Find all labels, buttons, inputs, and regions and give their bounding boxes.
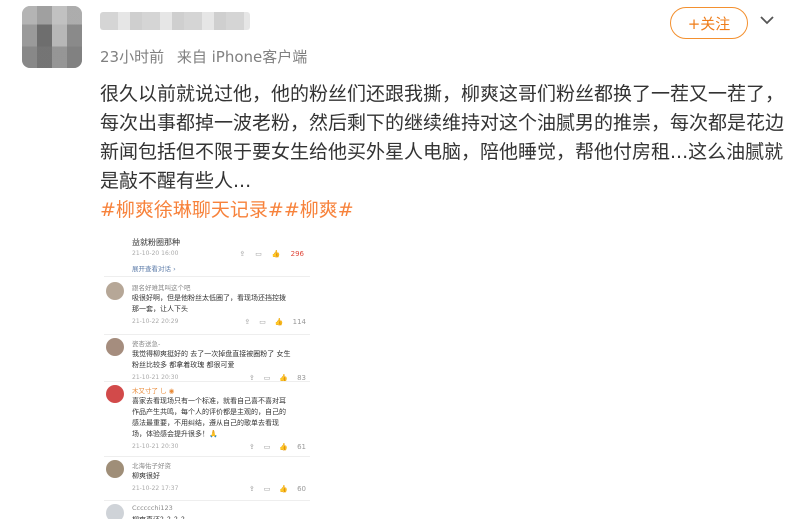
comment-time: 21-10-21 20:30 [132, 443, 179, 450]
chevron-down-icon[interactable] [757, 10, 777, 30]
divider [104, 500, 310, 501]
commenter-name: 北海佑子好资 [132, 462, 171, 470]
divider [104, 381, 310, 382]
author-avatar[interactable] [22, 6, 82, 68]
share-icon: ⇪ [248, 443, 255, 451]
thumbs-up-icon: 👍 [279, 485, 289, 493]
comment-icon: ▭ [255, 250, 262, 258]
post-meta: 23小时前 来自 iPhone客户端 [100, 46, 315, 67]
post-content: 很久以前就说过他，他的粉丝们还跟我撕，柳爽这哥们粉丝都换了一茬又一茬了， 每次出… [100, 80, 785, 225]
post-time: 23小时前 [100, 48, 165, 66]
commenter-name: 木又寸了 乚 ◉ [132, 387, 175, 395]
share-icon: ⇪ [248, 485, 255, 493]
comment-actions: ⇪ ▭ 👍 61 [249, 443, 306, 451]
commenter-avatar [106, 338, 124, 356]
comment-time: 21-10-21 20:30 [132, 374, 179, 381]
comment-actions: ⇪ ▭ 👍 114 [244, 318, 306, 326]
embed-top-likes: 296 [290, 250, 304, 258]
embed-open-conversation: 展开查看对话 › [132, 265, 176, 273]
commenter-name: 瓷杏送急- [132, 340, 161, 348]
comment-icon: ▭ [263, 485, 271, 493]
comment-like-count: 114 [292, 318, 306, 326]
comment-actions: ⇪ ▭ 👍 60 [249, 485, 306, 493]
divider [104, 276, 310, 277]
commenter-avatar [106, 460, 124, 478]
post-text-line: 每次出事都掉一波老粉，然后剩下的继续维持对这个油腻男的推崇，每次都是花边 [100, 112, 785, 134]
comment-text: 吸很好啊，但是他粉丝太低圈了，看现场还挡控拨 那一套，让人下头 [132, 294, 286, 313]
comment-like-count: 60 [297, 485, 306, 493]
comment-like-count: 61 [297, 443, 306, 451]
comment-time: 21-10-22 20:29 [132, 318, 179, 325]
author-name-redacted[interactable] [100, 12, 250, 30]
comment-text: 柳爽真还？？？？ [132, 515, 304, 519]
post-text-line: 是敲不醒有些人... [100, 170, 252, 192]
comment-text: 我觉得柳爽挺好的 去了一次掉盘直接被圈粉了 女生 粉丝比较多 都拿着玫瑰 都很可爱 [132, 350, 291, 369]
embed-time: 21-10-20 16:00 [132, 250, 179, 257]
share-icon: ⇪ [239, 250, 246, 258]
commenter-name: 跟名好难其叫这个吧 [132, 284, 191, 292]
comment-time: 21-10-22 17:37 [132, 485, 179, 492]
thumbs-up-icon: 👍 [279, 443, 289, 451]
embedded-screenshot[interactable]: 益就粉圈那种 21-10-20 16:00 ⇪ ▭ 👍 296 展开查看对话 ›… [104, 232, 310, 519]
commenter-name: Cccccchi123 [132, 504, 173, 512]
comment-text: 喜家去看现场只有一个标准，就看自己喜不喜对耳 作品产生共鸣，每个人的评价都是主观的… [132, 397, 286, 438]
follow-button[interactable]: +关注 [670, 7, 748, 39]
thumbs-up-icon: 👍 [274, 318, 284, 326]
embed-top-actions: ⇪ ▭ 👍 296 [239, 250, 304, 258]
commenter-avatar [106, 504, 124, 519]
embed-title: 益就粉圈那种 [132, 238, 180, 247]
commenter-avatar [106, 385, 124, 403]
post-text-line: 很久以前就说过他，他的粉丝们还跟我撕，柳爽这哥们粉丝都换了一茬又一茬了， [100, 83, 785, 105]
commenter-avatar [106, 282, 124, 300]
comment-icon: ▭ [259, 318, 266, 326]
comment-icon: ▭ [263, 443, 271, 451]
share-icon: ⇪ [244, 318, 251, 326]
post-text-line: 新闻包括但不限于要女生给他买外星人电脑，陪他睡觉，帮他付房租...这么油腻就 [100, 141, 784, 163]
divider [104, 456, 310, 457]
divider [104, 334, 310, 335]
thumbs-up-icon: 👍 [271, 250, 281, 258]
post-source: 来自 iPhone客户端 [176, 48, 308, 66]
comment-text: 柳爽很好 [132, 472, 160, 480]
post-hashtags[interactable]: #柳爽徐琳聊天记录##柳爽# [100, 196, 785, 225]
